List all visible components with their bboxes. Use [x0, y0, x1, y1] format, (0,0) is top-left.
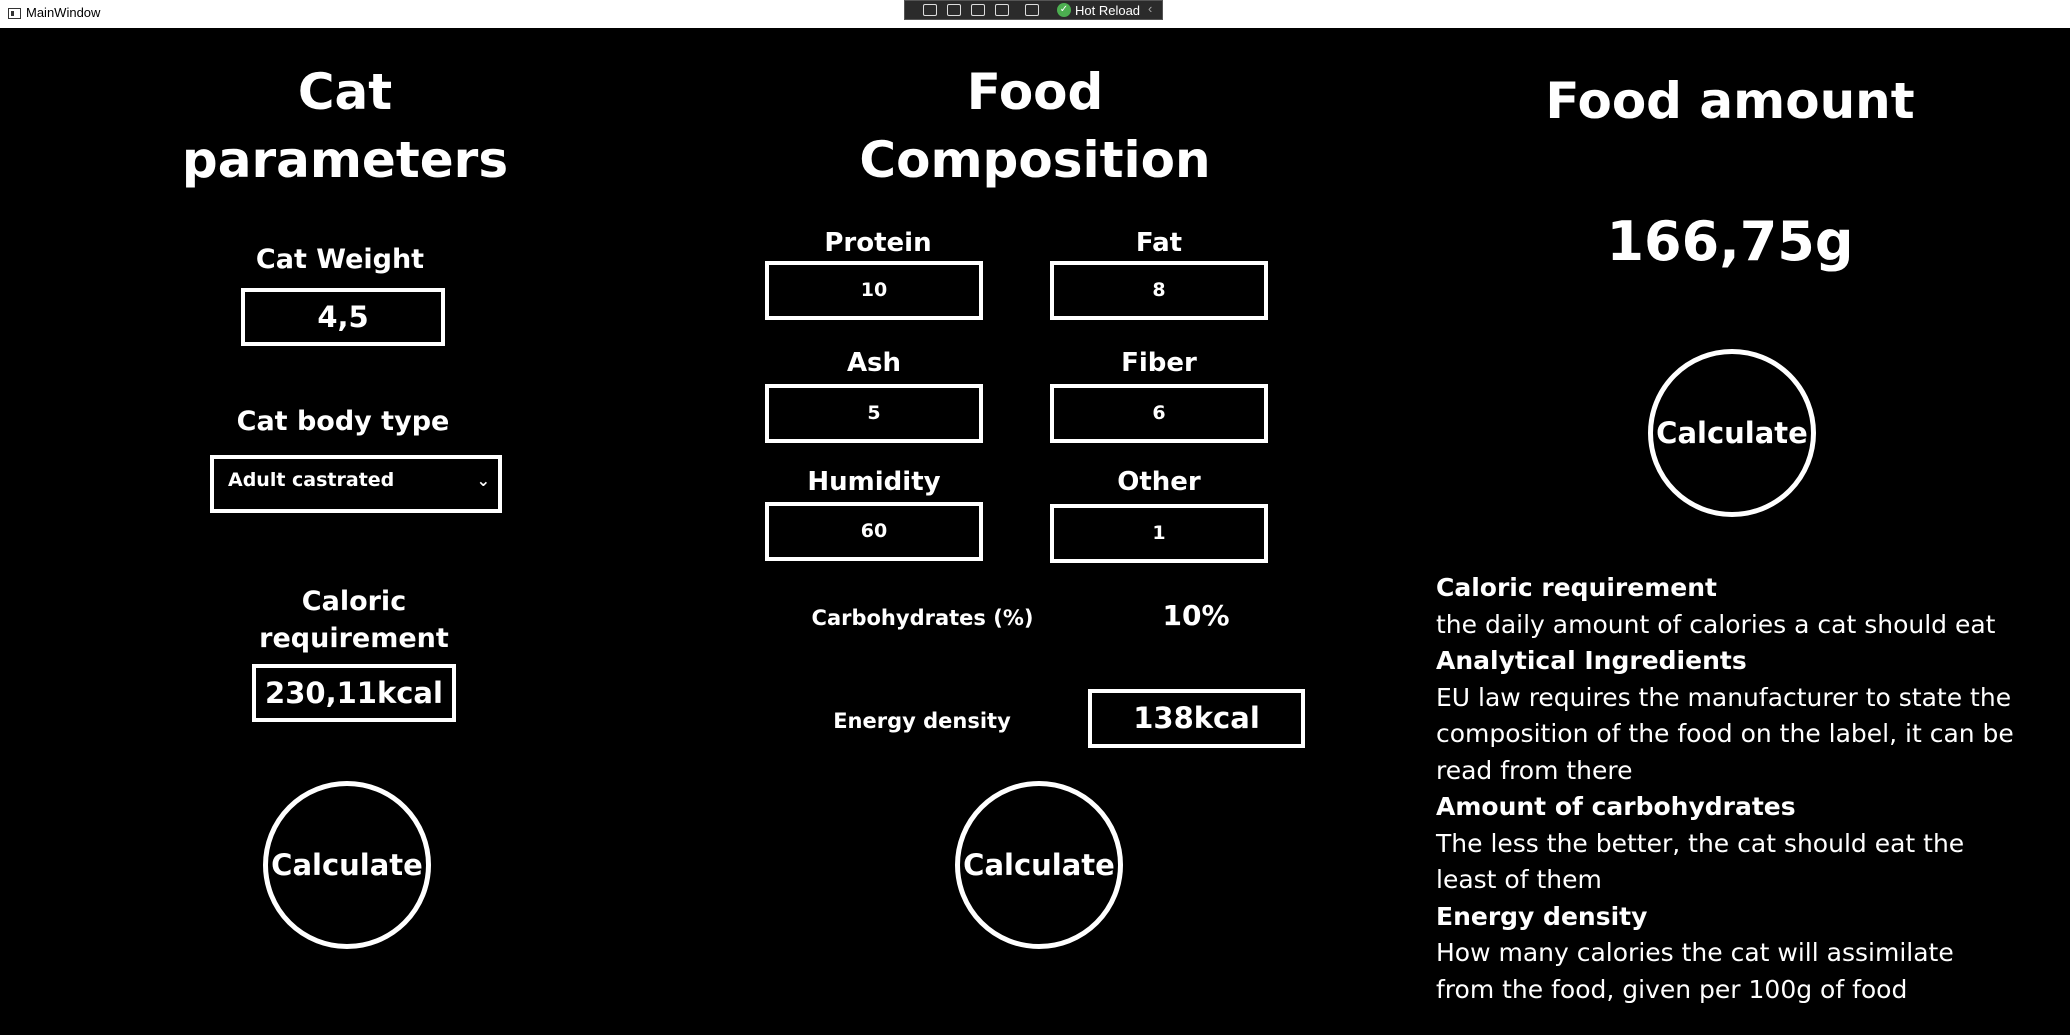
- info-panel: Caloric requirement the daily amount of …: [1436, 570, 2016, 1008]
- hot-reload-label[interactable]: Hot Reload: [1075, 3, 1140, 18]
- window-title: MainWindow: [26, 5, 101, 20]
- carbohydrates-label: Carbohydrates (%): [811, 606, 1034, 630]
- go-to-live-visual-tree-icon[interactable]: [923, 4, 937, 16]
- cat-heading-line2: parameters: [181, 131, 509, 189]
- display-layout-adorners-icon[interactable]: [971, 4, 985, 16]
- chevron-down-icon: ⌄: [476, 471, 490, 490]
- cat-heading-line1: Cat: [297, 63, 393, 121]
- info-text-analytical: EU law requires the manufacturer to stat…: [1436, 682, 2014, 785]
- food-amount-heading: Food amount: [1545, 72, 1915, 130]
- other-input[interactable]: 1: [1050, 504, 1268, 563]
- caloric-label-line2: requirement: [259, 623, 449, 654]
- cat-weight-label: Cat Weight: [255, 244, 425, 275]
- fiber-label: Fiber: [1121, 348, 1197, 378]
- caloric-requirement-label: Caloric requirement: [234, 583, 474, 657]
- info-text-energy: How many calories the cat will assimilat…: [1436, 938, 1954, 1004]
- other-label: Other: [1117, 467, 1201, 497]
- humidity-input[interactable]: 60: [765, 502, 983, 561]
- cat-weight-input[interactable]: 4,5: [241, 288, 445, 346]
- food-composition-heading: Food Composition: [830, 58, 1240, 194]
- info-title-energy: Energy density: [1436, 901, 1648, 931]
- collapse-toolbar-icon[interactable]: ‹: [1148, 1, 1152, 16]
- caloric-requirement-output: 230,11kcal: [252, 664, 456, 722]
- cat-parameters-heading: Cat parameters: [170, 58, 520, 194]
- food-amount-value: 166,75g: [1606, 210, 1854, 273]
- cat-body-type-label: Cat body type: [236, 406, 450, 437]
- humidity-label: Humidity: [807, 467, 941, 497]
- ash-input[interactable]: 5: [765, 384, 983, 443]
- fiber-input[interactable]: 6: [1050, 384, 1268, 443]
- energy-density-output: 138kcal: [1088, 689, 1305, 748]
- food-heading-line1: Food: [966, 63, 1104, 121]
- select-element-icon[interactable]: [947, 4, 961, 16]
- fat-label: Fat: [1135, 228, 1183, 258]
- binding-failures-icon[interactable]: [1025, 4, 1039, 16]
- app-window-icon: [8, 8, 21, 19]
- info-title-analytical: Analytical Ingredients: [1436, 646, 1747, 675]
- caloric-label-line1: Caloric: [301, 586, 407, 617]
- xaml-debug-toolbar: ✓ Hot Reload ‹: [904, 0, 1163, 20]
- ash-label: Ash: [846, 348, 902, 378]
- info-title-carbohydrates: Amount of carbohydrates: [1436, 792, 1796, 821]
- info-title-caloric: Caloric requirement: [1436, 573, 1717, 602]
- food-heading-line2: Composition: [859, 131, 1211, 189]
- hot-reload-check-icon: ✓: [1057, 3, 1071, 17]
- fat-input[interactable]: 8: [1050, 261, 1268, 320]
- protein-label: Protein: [824, 228, 932, 258]
- cat-body-type-selected: Adult castrated: [228, 469, 395, 491]
- carbohydrates-value: 10%: [1162, 599, 1230, 632]
- info-text-carbohydrates: The less the better, the cat should eat …: [1436, 828, 1965, 895]
- info-text-caloric: the daily amount of calories a cat shoul…: [1436, 609, 1996, 639]
- energy-density-label: Energy density: [833, 709, 1011, 733]
- amount-calculate-button[interactable]: Calculate: [1648, 349, 1816, 517]
- track-focus-icon[interactable]: [995, 4, 1009, 16]
- food-calculate-button[interactable]: Calculate: [955, 781, 1123, 949]
- protein-input[interactable]: 10: [765, 261, 983, 320]
- cat-body-type-select[interactable]: Adult castrated ⌄: [210, 455, 502, 513]
- cat-calculate-button[interactable]: Calculate: [263, 781, 431, 949]
